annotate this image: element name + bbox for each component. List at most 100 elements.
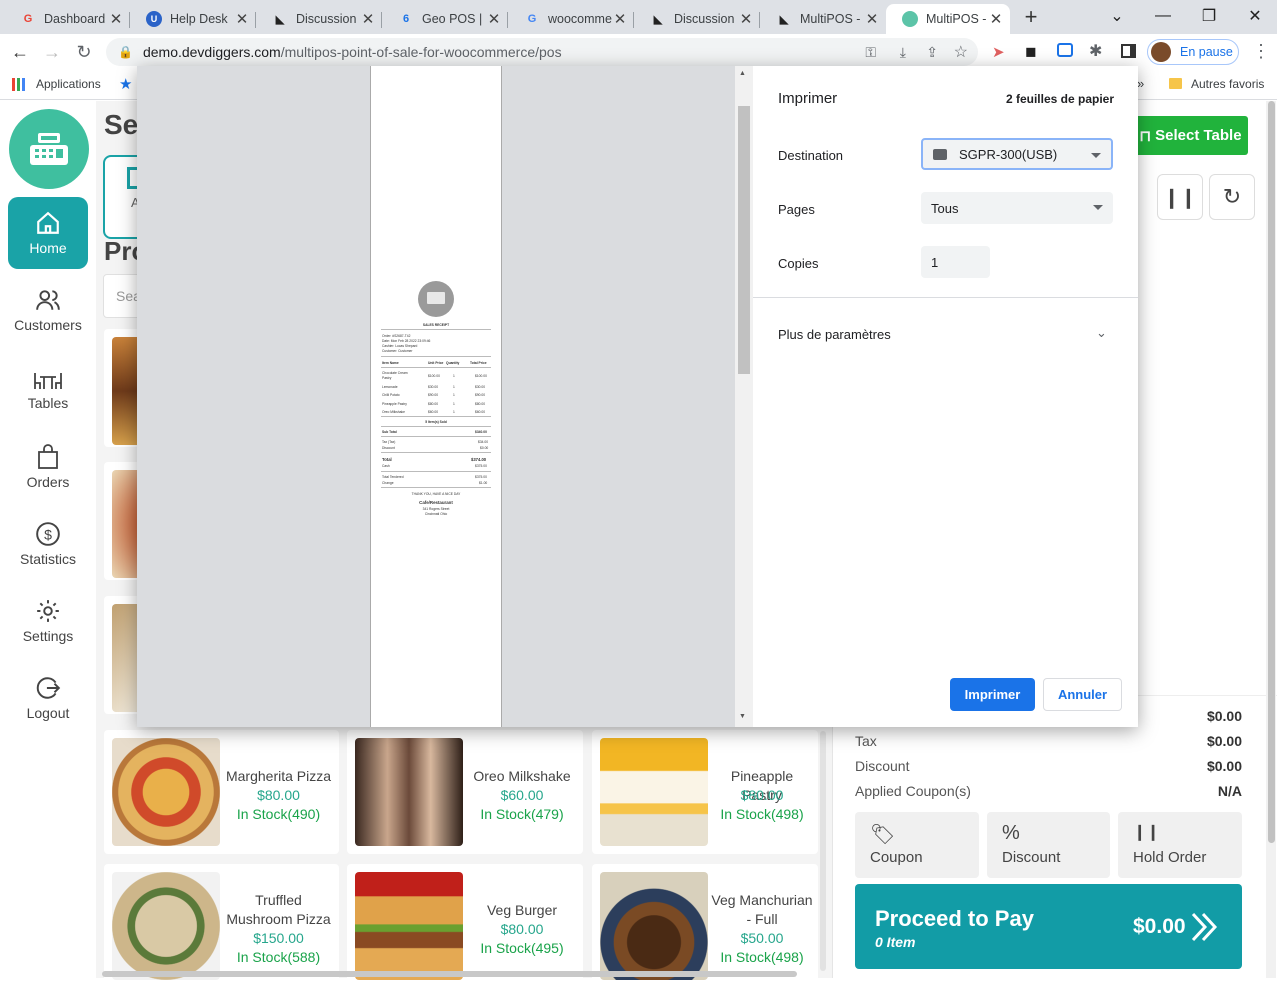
coupons-row: Applied Coupon(s) N/A: [855, 783, 1242, 799]
discount-button[interactable]: % Discount: [987, 812, 1110, 878]
camera-icon[interactable]: ◼: [1025, 43, 1037, 60]
apps-bookmark[interactable]: Applications: [36, 77, 101, 91]
browser-tab[interactable]: ◣ Discussion ✕: [634, 4, 760, 34]
google-icon: G: [527, 13, 537, 25]
pos-sidebar: Home Customers Tables Orders $ Statistic…: [0, 101, 96, 978]
extension-icon[interactable]: ➤: [992, 43, 1005, 61]
star-bookmark-icon[interactable]: ★: [119, 75, 132, 93]
more-bookmarks[interactable]: »: [1137, 76, 1144, 91]
browser-tab[interactable]: ◣ MultiPOS - ✕: [760, 4, 886, 34]
chevron-down-icon[interactable]: ⌄: [1096, 325, 1107, 341]
product-card[interactable]: Oreo Milkshake $60.00 In Stock(479): [347, 730, 583, 854]
divider: [381, 452, 491, 453]
puzzle-icon[interactable]: ✱: [1089, 41, 1102, 61]
hold-list-button[interactable]: ❙❙: [1157, 174, 1203, 220]
hold-order-button[interactable]: ❙❙ Hold Order: [1118, 812, 1242, 878]
product-image: [355, 738, 463, 846]
back-icon[interactable]: ←: [6, 38, 34, 66]
divider: [381, 367, 491, 368]
svg-text:$: $: [44, 526, 52, 542]
scroll-down-icon[interactable]: ▼: [739, 713, 746, 720]
print-button[interactable]: Imprimer: [950, 678, 1035, 711]
divider: [381, 329, 491, 330]
minimize-icon[interactable]: —: [1140, 0, 1186, 32]
pages-select[interactable]: Tous: [921, 192, 1113, 224]
url-path: /multipos-point-of-sale-for-woocommerce/…: [280, 44, 562, 60]
scroll-up-icon[interactable]: ▲: [739, 70, 746, 77]
browser-tab[interactable]: G woocomme ✕: [508, 4, 634, 34]
screen-record-icon[interactable]: [1057, 43, 1073, 57]
tab-search-icon[interactable]: ⌄: [1094, 0, 1140, 32]
tax-row: Tax $0.00: [855, 733, 1242, 749]
tables-icon: ⊓: [1139, 127, 1152, 145]
helpdesk-icon: U: [146, 11, 162, 27]
divider: [381, 416, 491, 417]
settings-icon: [37, 600, 59, 622]
divider: [381, 471, 491, 472]
close-tab-icon[interactable]: ✕: [612, 10, 628, 28]
nav-orders[interactable]: Orders: [8, 431, 88, 503]
key-icon[interactable]: ⚿: [865, 44, 876, 61]
lock-icon[interactable]: 🔒: [118, 45, 133, 59]
browser-tab[interactable]: ◣ Discussion ✕: [256, 4, 382, 34]
destination-select[interactable]: SGPR-300(USB): [921, 138, 1113, 170]
close-tab-icon[interactable]: ✕: [486, 10, 502, 28]
discount-row: Discount $0.00: [855, 758, 1242, 774]
reload-icon[interactable]: ↻: [70, 38, 98, 66]
chevron-down-icon: [1093, 205, 1103, 210]
scroll-thumb[interactable]: [738, 106, 750, 374]
nav-settings[interactable]: Settings: [8, 585, 88, 657]
apps-grid-icon[interactable]: [12, 78, 25, 91]
copies-input[interactable]: 1: [921, 246, 990, 278]
vertical-scrollbar[interactable]: [820, 731, 826, 971]
close-tab-icon[interactable]: ✕: [864, 10, 880, 28]
window-close-icon[interactable]: ✕: [1232, 0, 1277, 32]
tables-icon: [34, 373, 62, 389]
close-tab-icon[interactable]: ✕: [234, 10, 250, 28]
share-icon[interactable]: ⇪: [926, 44, 938, 61]
address-bar[interactable]: 🔒 demo.devdiggers.com /multipos-point-of…: [106, 38, 978, 66]
restore-icon[interactable]: ❐: [1186, 0, 1232, 32]
side-panel-icon[interactable]: [1121, 44, 1136, 58]
nav-home[interactable]: Home: [8, 197, 88, 269]
product-card[interactable]: Veg Manchurian - Full $50.00 In Stock(49…: [592, 864, 818, 988]
browser-tab-active[interactable]: MultiPOS - ✕: [886, 4, 1010, 34]
product-card[interactable]: Margherita Pizza $80.00 In Stock(490): [104, 730, 339, 854]
print-title: Imprimer: [778, 90, 838, 107]
preview-scrollbar[interactable]: ▲ ▼: [735, 66, 753, 727]
new-tab-icon[interactable]: +: [1018, 5, 1044, 29]
horizontal-scrollbar[interactable]: [102, 971, 797, 977]
proceed-to-pay-button[interactable]: Proceed to Pay 0 Item $0.00: [855, 884, 1242, 969]
reset-button[interactable]: ↻: [1209, 174, 1255, 220]
cancel-button[interactable]: Annuler: [1043, 678, 1122, 711]
nav-customers[interactable]: Customers: [8, 274, 88, 346]
nav-tables[interactable]: Tables: [8, 354, 88, 426]
bookmark-star-icon[interactable]: ☆: [954, 42, 968, 62]
browser-tab[interactable]: G Dashboard ✕: [4, 4, 130, 34]
coupon-button[interactable]: 🏷 Coupon: [855, 812, 979, 878]
select-table-button[interactable]: ⊓ Select Table: [1133, 116, 1248, 155]
close-tab-icon[interactable]: ✕: [360, 10, 376, 28]
close-tab-icon[interactable]: ✕: [988, 10, 1004, 28]
nav-logout[interactable]: Logout: [8, 662, 88, 734]
install-icon[interactable]: ⤓: [900, 44, 906, 61]
print-dialog: SALES RECEIPT Order: #S2687-T42 Date: Mo…: [137, 66, 1138, 727]
menu-kebab-icon[interactable]: ⋮: [1252, 41, 1270, 62]
product-card[interactable]: Truffled Mushroom Pizza $150.00 In Stock…: [104, 864, 339, 988]
close-tab-icon[interactable]: ✕: [738, 10, 754, 28]
product-card[interactable]: Pineapple Pastry $80.00 In Stock(498): [592, 730, 818, 854]
tag-icon: 🏷: [870, 824, 896, 846]
other-bookmarks[interactable]: Autres favoris: [1191, 77, 1264, 91]
page-scrollbar[interactable]: [1266, 101, 1276, 978]
close-tab-icon[interactable]: ✕: [108, 10, 124, 28]
forward-icon[interactable]: →: [38, 38, 66, 66]
percent-icon: %: [1002, 822, 1020, 844]
nav-statistics[interactable]: $ Statistics: [8, 508, 88, 580]
profile-button[interactable]: En pause: [1147, 39, 1239, 65]
browser-tab[interactable]: U Help Desk ✕: [130, 4, 256, 34]
browser-tab[interactable]: 6 Geo POS | D ✕: [382, 4, 508, 34]
product-card[interactable]: Veg Burger $80.00 In Stock(495): [347, 864, 583, 988]
pages-label: Pages: [778, 202, 815, 217]
multipos-icon: [902, 11, 918, 27]
more-settings-toggle[interactable]: Plus de paramètres: [778, 327, 891, 342]
